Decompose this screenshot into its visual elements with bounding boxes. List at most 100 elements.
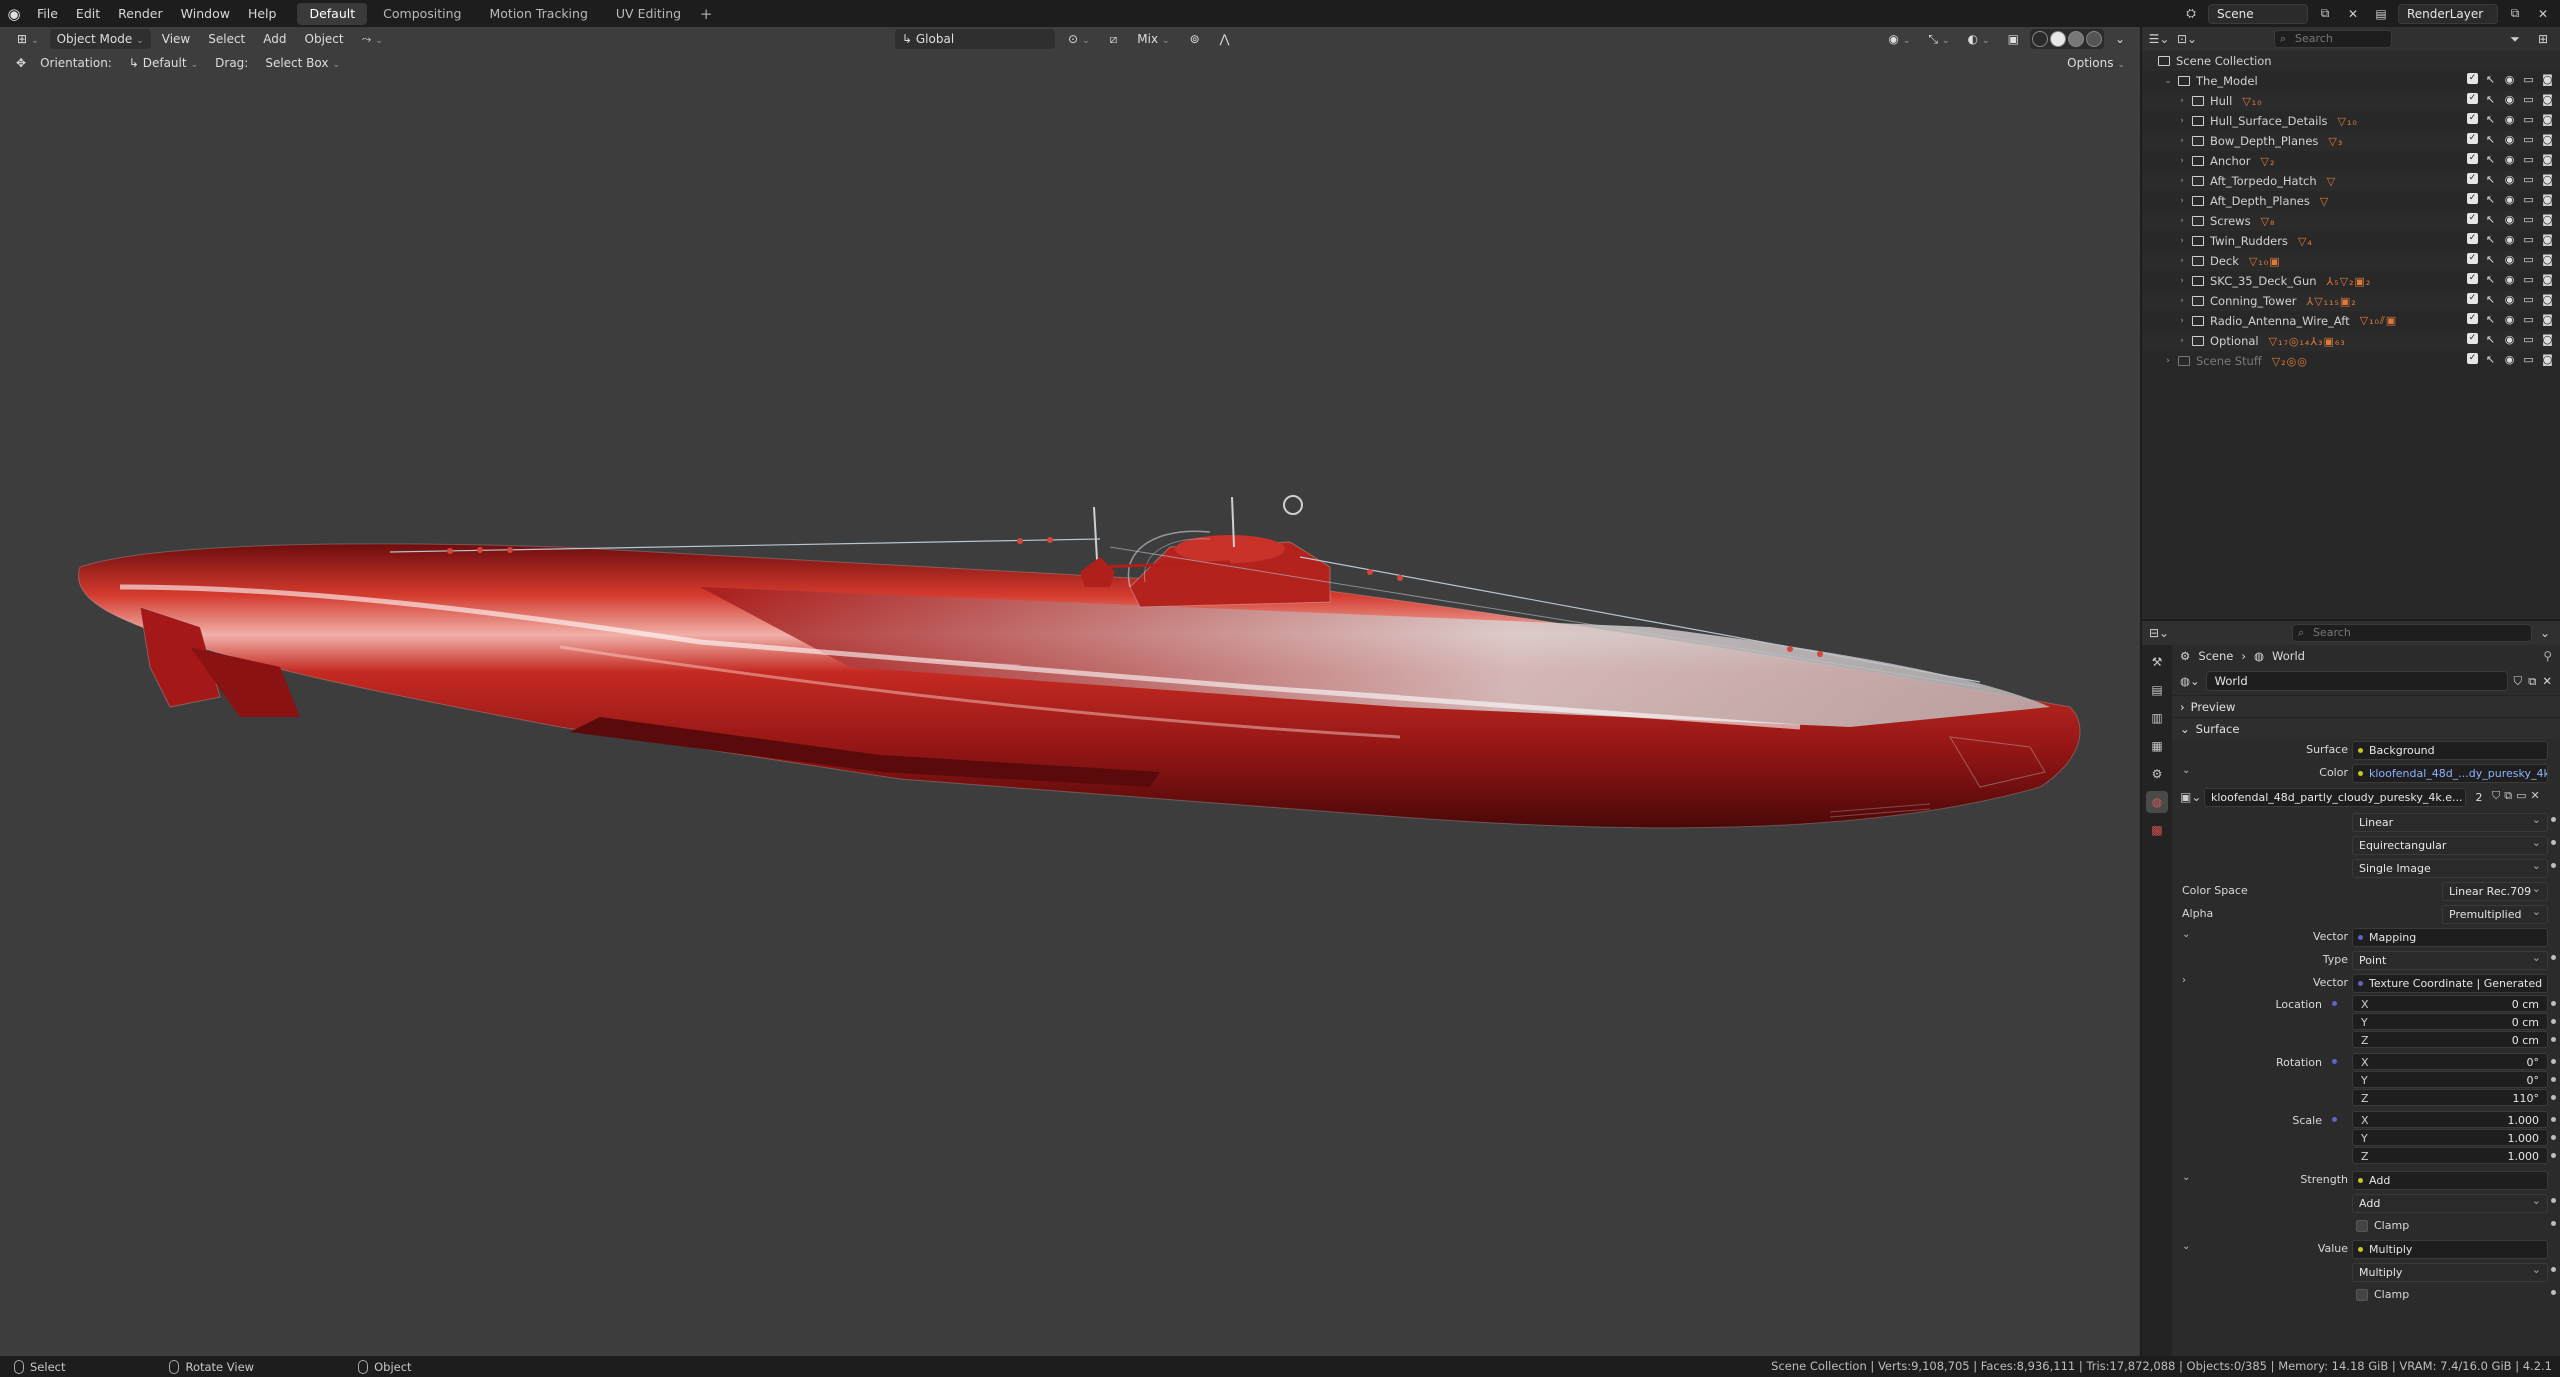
expand-icon[interactable]: › — [2176, 176, 2188, 186]
vector-collapse-icon[interactable]: ⌄ — [2182, 929, 2190, 940]
world-browse-icon[interactable]: ◍⌄ — [2180, 674, 2200, 688]
tab-compositing[interactable]: Compositing — [371, 3, 473, 25]
camera-icon[interactable]: ◙ — [2541, 253, 2554, 266]
menu-edit[interactable]: Edit — [67, 0, 109, 27]
select-icon[interactable]: ↖ — [2484, 233, 2497, 246]
unlink-image-icon[interactable]: ✕ — [2531, 789, 2540, 803]
eye-icon[interactable]: ◉ — [2503, 313, 2516, 326]
collection-row[interactable]: › Deck ▽₁₀▣ ✓ ↖ ◉ ▭ ◙ — [2142, 251, 2560, 271]
mapping-type-dropdown[interactable]: Point — [2352, 951, 2548, 970]
select-icon[interactable]: ↖ — [2484, 173, 2497, 186]
clamp-checkbox[interactable] — [2356, 1220, 2368, 1232]
visibility-icon[interactable]: ◉ ⌄ — [1881, 29, 1917, 49]
menu-select[interactable]: Select — [201, 29, 252, 49]
include-checkbox[interactable]: ✓ — [2467, 353, 2478, 364]
keyframe-dot[interactable] — [2551, 1290, 2556, 1295]
scale-z-field[interactable]: Z 1.000 — [2352, 1147, 2548, 1164]
viewport-icon[interactable]: ▭ — [2522, 353, 2535, 366]
menu-object[interactable]: Object — [298, 29, 351, 49]
viewport-icon[interactable]: ▭ — [2522, 73, 2535, 86]
duplicate-icon[interactable]: ⧉ — [2528, 674, 2536, 689]
include-checkbox[interactable]: ✓ — [2467, 93, 2478, 104]
tab-uv-editing[interactable]: UV Editing — [604, 3, 693, 25]
camera-icon[interactable]: ◙ — [2541, 233, 2554, 246]
camera-icon[interactable]: ◙ — [2541, 93, 2554, 106]
include-checkbox[interactable]: ✓ — [2467, 153, 2478, 164]
expand-icon[interactable]: › — [2176, 216, 2188, 226]
scale-y-field[interactable]: Y 1.000 — [2352, 1129, 2548, 1146]
alpha-dropdown[interactable]: Premultiplied — [2442, 905, 2548, 924]
expand-icon[interactable]: › — [2162, 356, 2174, 366]
viewport-icon[interactable]: ▭ — [2522, 333, 2535, 346]
expand-icon[interactable]: › — [2176, 296, 2188, 306]
collection-row[interactable]: › SKC_35_Deck_Gun ⅄₅▽₂▣₂ ✓ ↖ ◉ ▭ ◙ — [2142, 271, 2560, 291]
image-name-field[interactable]: kloofendal_48d_partly_cloudy_puresky_4k.… — [2204, 788, 2466, 807]
camera-icon[interactable]: ◙ — [2541, 193, 2554, 206]
submarine-model[interactable] — [0, 27, 2140, 1356]
keyframe-dot[interactable] — [2551, 840, 2556, 845]
value-input-field[interactable]: Multiply — [2352, 1240, 2548, 1259]
select-icon[interactable]: ↖ — [2484, 113, 2497, 126]
collection-row[interactable]: › Twin_Rudders ▽₄ ✓ ↖ ◉ ▭ ◙ — [2142, 231, 2560, 251]
value-collapse-icon[interactable]: ⌄ — [2182, 1241, 2190, 1252]
add-workspace-button[interactable]: + — [695, 5, 717, 23]
include-checkbox[interactable]: ✓ — [2467, 213, 2478, 224]
tab-motion-tracking[interactable]: Motion Tracking — [478, 3, 600, 25]
include-checkbox[interactable]: ✓ — [2467, 273, 2478, 284]
snap-mode-selector[interactable]: Mix ⌄ — [1130, 29, 1176, 49]
viewport-icon[interactable]: ▭ — [2522, 193, 2535, 206]
include-checkbox[interactable]: ✓ — [2467, 233, 2478, 244]
strength-operation-dropdown[interactable]: Add — [2352, 1194, 2548, 1213]
expand-icon[interactable]: › — [2176, 96, 2188, 106]
view-layer-selector[interactable]: RenderLayer — [2398, 3, 2498, 24]
vector-input-field[interactable]: Mapping — [2352, 928, 2548, 947]
scene-icon[interactable]: ⛭ — [2180, 4, 2202, 24]
drag-selector[interactable]: Select Box ⌄ — [258, 53, 347, 73]
location-y-field[interactable]: Y 0 cm — [2352, 1013, 2548, 1030]
xray-icon[interactable]: ▣ — [2001, 29, 2026, 49]
menu-file[interactable]: File — [28, 0, 67, 27]
surface-shader-field[interactable]: Background — [2352, 741, 2548, 760]
gizmo-icon[interactable]: ⤡ ⌄ — [1921, 29, 1956, 49]
collection-row[interactable]: › Screws ▽₈ ✓ ↖ ◉ ▭ ◙ — [2142, 211, 2560, 231]
camera-icon[interactable]: ◙ — [2541, 73, 2554, 86]
keyframe-dot[interactable] — [2551, 1077, 2556, 1082]
fake-user-icon[interactable]: ⛉ — [2492, 789, 2500, 803]
keyframe-dot[interactable] — [2551, 1037, 2556, 1042]
include-checkbox[interactable]: ✓ — [2467, 113, 2478, 124]
keyframe-dot[interactable] — [2551, 1198, 2556, 1203]
rotation-z-field[interactable]: Z 110° — [2352, 1089, 2548, 1106]
value-operation-dropdown[interactable]: Multiply — [2352, 1263, 2548, 1282]
collection-row[interactable]: › Conning_Tower ⅄▽₁₁₅▣₂ ✓ ↖ ◉ ▭ ◙ — [2142, 291, 2560, 311]
rotation-y-field[interactable]: Y 0° — [2352, 1071, 2548, 1088]
camera-icon[interactable]: ◙ — [2541, 353, 2554, 366]
viewport-icon[interactable]: ▭ — [2522, 253, 2535, 266]
camera-icon[interactable]: ◙ — [2541, 273, 2554, 286]
delete-view-layer-icon[interactable]: ✕ — [2532, 4, 2554, 24]
image-browse-icon[interactable]: ▣⌄ — [2180, 790, 2201, 804]
pin-icon[interactable]: ⚲ — [2543, 649, 2552, 663]
viewport-icon[interactable]: ▭ — [2522, 293, 2535, 306]
expand-icon[interactable]: › — [2176, 316, 2188, 326]
projection-dropdown[interactable]: Equirectangular — [2352, 836, 2548, 855]
eye-icon[interactable]: ◉ — [2503, 213, 2516, 226]
world-name-field[interactable]: World — [2205, 671, 2508, 691]
expand-icon[interactable]: › — [2176, 276, 2188, 286]
tab-default[interactable]: Default — [297, 2, 368, 25]
include-checkbox[interactable]: ✓ — [2467, 173, 2478, 184]
texture-tab-icon[interactable]: ▩ — [2146, 819, 2168, 841]
material-shading-icon[interactable] — [2067, 31, 2084, 47]
solid-shading-icon[interactable] — [2049, 31, 2066, 47]
select-icon[interactable]: ↖ — [2484, 153, 2497, 166]
vector2-expand-icon[interactable]: › — [2182, 975, 2186, 986]
output-tab-icon[interactable]: ▥ — [2146, 707, 2168, 729]
keyframe-dot[interactable] — [2551, 955, 2556, 960]
menu-render[interactable]: Render — [109, 0, 172, 27]
viewport-icon[interactable]: ▭ — [2522, 133, 2535, 146]
texture-coordinate-field[interactable]: Texture Coordinate | Generated — [2352, 974, 2548, 993]
menu-view[interactable]: View — [155, 29, 197, 49]
camera-icon[interactable]: ◙ — [2541, 173, 2554, 186]
collection-row[interactable]: › Hull_Surface_Details ▽₁₀ ✓ ↖ ◉ ▭ ◙ — [2142, 111, 2560, 131]
viewport-icon[interactable]: ▭ — [2522, 93, 2535, 106]
display-mode-icon[interactable]: ⊡⌄ — [2176, 29, 2198, 49]
